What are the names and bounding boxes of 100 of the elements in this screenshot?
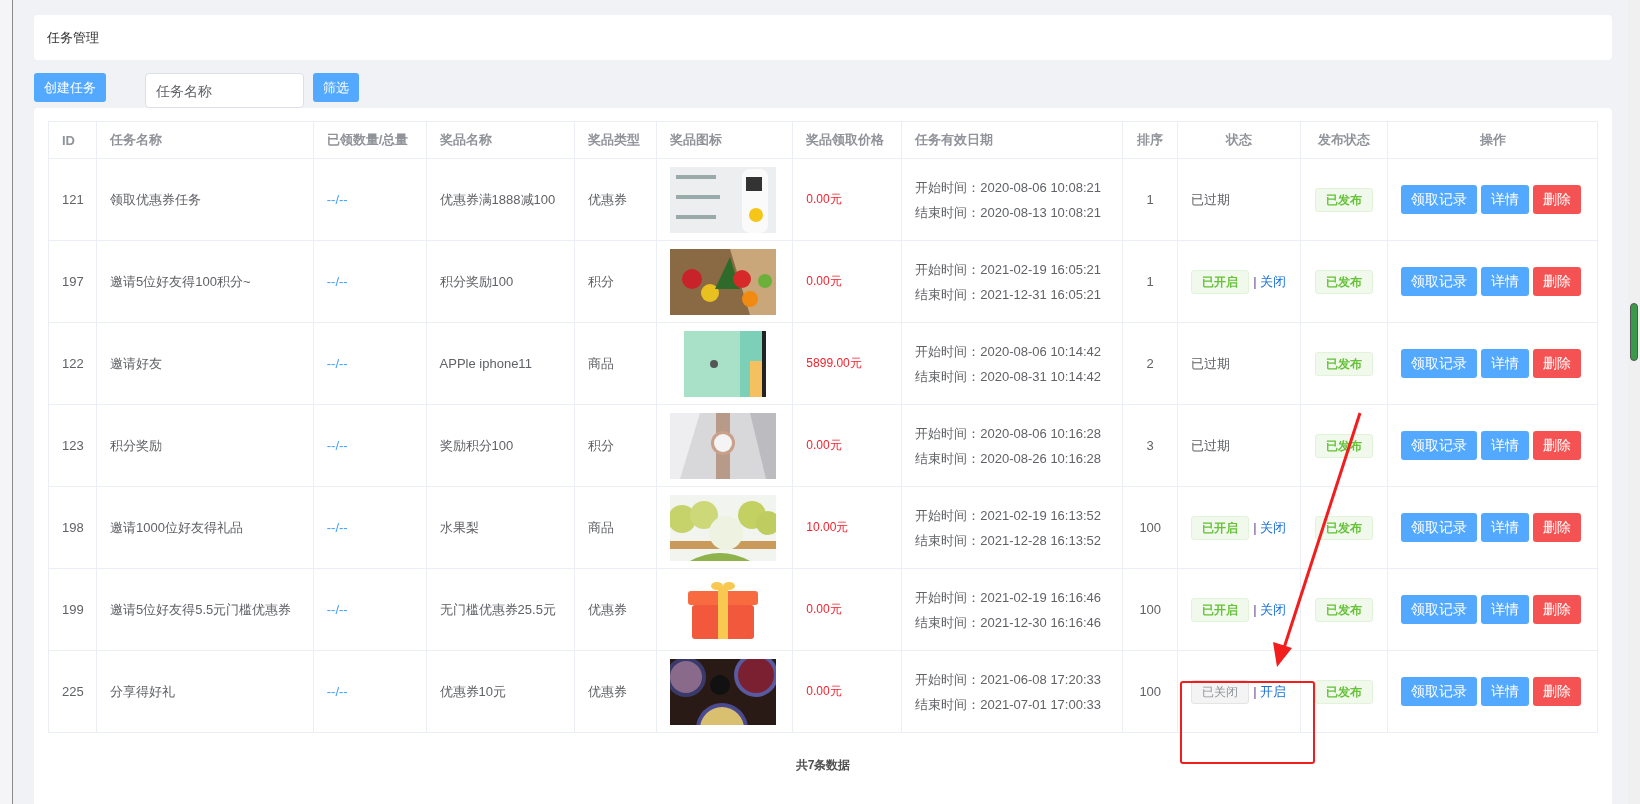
table-cell: --/-- bbox=[313, 240, 427, 323]
table-cell: 100 bbox=[1122, 650, 1178, 733]
table-cell: 0.00元 bbox=[792, 240, 902, 323]
start-time: 开始时间：2020-08-06 10:16:28 bbox=[915, 424, 1102, 443]
table-cell: 分享得好礼 bbox=[96, 650, 314, 733]
table-cell: 邀请好友 bbox=[96, 322, 314, 405]
publish-tag: 已发布 bbox=[1315, 597, 1374, 622]
table-cell: 5899.00元 bbox=[792, 322, 902, 405]
table-cell: 100 bbox=[1122, 568, 1178, 651]
action-button[interactable]: 详情 bbox=[1481, 431, 1529, 460]
action-button[interactable]: 详情 bbox=[1481, 185, 1529, 214]
start-time: 开始时间：2020-08-06 10:14:42 bbox=[915, 342, 1102, 361]
table-cell: 197 bbox=[48, 240, 97, 323]
table-cell: 商品 bbox=[574, 486, 657, 569]
total-count: 共7条数据 bbox=[794, 757, 852, 774]
table-cell: --/-- bbox=[313, 568, 427, 651]
column-header: 奖品领取价格 bbox=[792, 121, 902, 159]
end-time: 结束时间：2020-08-26 10:16:28 bbox=[915, 449, 1102, 468]
action-button[interactable]: 领取记录 bbox=[1401, 513, 1477, 542]
column-header: 排序 bbox=[1122, 121, 1178, 159]
action-button[interactable]: 详情 bbox=[1481, 677, 1529, 706]
status-tag: 已开启 bbox=[1191, 597, 1250, 622]
column-header: 奖品图标 bbox=[656, 121, 793, 159]
table-cell: 邀请5位好友得5.5元门槛优惠券 bbox=[96, 568, 314, 651]
column-header: 发布状态 bbox=[1300, 121, 1388, 159]
table-cell: 123 bbox=[48, 404, 97, 487]
action-button[interactable]: 领取记录 bbox=[1401, 431, 1477, 460]
action-button[interactable]: 详情 bbox=[1481, 349, 1529, 378]
table-cell: 121 bbox=[48, 158, 97, 241]
end-time: 结束时间：2020-08-13 10:08:21 bbox=[915, 203, 1102, 222]
toggle-link[interactable]: 关闭 bbox=[1259, 519, 1286, 535]
scrollbar-thumb[interactable] bbox=[1630, 303, 1638, 361]
column-header: 已领数量/总量 bbox=[313, 121, 427, 159]
toggle-link[interactable]: 开启 bbox=[1259, 683, 1286, 699]
column-header: 任务名称 bbox=[96, 121, 314, 159]
table-cell: 122 bbox=[48, 322, 97, 405]
create-task-button[interactable]: 创建任务 bbox=[34, 73, 106, 102]
action-button[interactable]: 领取记录 bbox=[1401, 185, 1477, 214]
action-button[interactable]: 领取记录 bbox=[1401, 349, 1477, 378]
table-cell: 奖励积分100 bbox=[426, 404, 575, 487]
table-cell: 积分 bbox=[574, 404, 657, 487]
table-cell: 225 bbox=[48, 650, 97, 733]
toggle-link[interactable]: 关闭 bbox=[1259, 601, 1286, 617]
end-time: 结束时间：2021-12-31 16:05:21 bbox=[915, 285, 1102, 304]
end-time: 结束时间：2020-08-31 10:14:42 bbox=[915, 367, 1102, 386]
table-cell: 0.00元 bbox=[792, 568, 902, 651]
table-cell: 邀请1000位好友得礼品 bbox=[96, 486, 314, 569]
delete-button[interactable]: 删除 bbox=[1533, 595, 1581, 624]
separator: | bbox=[1253, 519, 1257, 535]
column-header: 奖品名称 bbox=[426, 121, 575, 159]
table-cell: 优惠券 bbox=[574, 158, 657, 241]
table-cell: 商品 bbox=[574, 322, 657, 405]
table-cell: --/-- bbox=[313, 158, 427, 241]
action-button[interactable]: 领取记录 bbox=[1401, 677, 1477, 706]
delete-button[interactable]: 删除 bbox=[1533, 431, 1581, 460]
delete-button[interactable]: 删除 bbox=[1533, 267, 1581, 296]
action-button[interactable]: 详情 bbox=[1481, 595, 1529, 624]
publish-tag: 已发布 bbox=[1315, 351, 1374, 376]
table-cell: 积分 bbox=[574, 240, 657, 323]
status-tag: 已关闭 bbox=[1191, 679, 1250, 704]
delete-button[interactable]: 删除 bbox=[1533, 513, 1581, 542]
publish-tag: 已发布 bbox=[1315, 187, 1374, 212]
end-time: 结束时间：2021-12-30 16:16:46 bbox=[915, 613, 1102, 632]
status-tag: 已开启 bbox=[1191, 515, 1250, 540]
publish-tag: 已发布 bbox=[1315, 269, 1374, 294]
table-cell: 199 bbox=[48, 568, 97, 651]
filter-button[interactable]: 筛选 bbox=[313, 73, 359, 102]
separator: | bbox=[1253, 273, 1257, 289]
table-cell: 198 bbox=[48, 486, 97, 569]
start-time: 开始时间：2021-06-08 17:20:33 bbox=[915, 670, 1102, 689]
column-header: 状态 bbox=[1177, 121, 1301, 159]
toggle-link[interactable]: 关闭 bbox=[1259, 273, 1286, 289]
status-text: 已过期 bbox=[1191, 191, 1231, 207]
table-cell: 10.00元 bbox=[792, 486, 902, 569]
column-header: 任务有效日期 bbox=[901, 121, 1123, 159]
table-cell: --/-- bbox=[313, 404, 427, 487]
table-cell: --/-- bbox=[313, 322, 427, 405]
table-cell: --/-- bbox=[313, 650, 427, 733]
delete-button[interactable]: 删除 bbox=[1533, 677, 1581, 706]
status-tag: 已开启 bbox=[1191, 269, 1250, 294]
action-button[interactable]: 领取记录 bbox=[1401, 595, 1477, 624]
start-time: 开始时间：2021-02-19 16:05:21 bbox=[915, 260, 1102, 279]
table-cell: 1 bbox=[1122, 158, 1178, 241]
table-cell: 优惠券 bbox=[574, 568, 657, 651]
action-button[interactable]: 领取记录 bbox=[1401, 267, 1477, 296]
table-cell: 2 bbox=[1122, 322, 1178, 405]
separator: | bbox=[1253, 683, 1257, 699]
delete-button[interactable]: 删除 bbox=[1533, 185, 1581, 214]
delete-button[interactable]: 删除 bbox=[1533, 349, 1581, 378]
scrollbar[interactable] bbox=[1628, 0, 1640, 804]
table-cell: 无门槛优惠券25.5元 bbox=[426, 568, 575, 651]
search-field[interactable]: 任务名称 bbox=[145, 73, 304, 108]
table-cell: 优惠券 bbox=[574, 650, 657, 733]
table-cell: 3 bbox=[1122, 404, 1178, 487]
action-button[interactable]: 详情 bbox=[1481, 513, 1529, 542]
table-cell: 水果梨 bbox=[426, 486, 575, 569]
action-button[interactable]: 详情 bbox=[1481, 267, 1529, 296]
status-text: 已过期 bbox=[1191, 437, 1231, 453]
start-time: 开始时间：2021-02-19 16:13:52 bbox=[915, 506, 1102, 525]
end-time: 结束时间：2021-07-01 17:00:33 bbox=[915, 695, 1102, 714]
